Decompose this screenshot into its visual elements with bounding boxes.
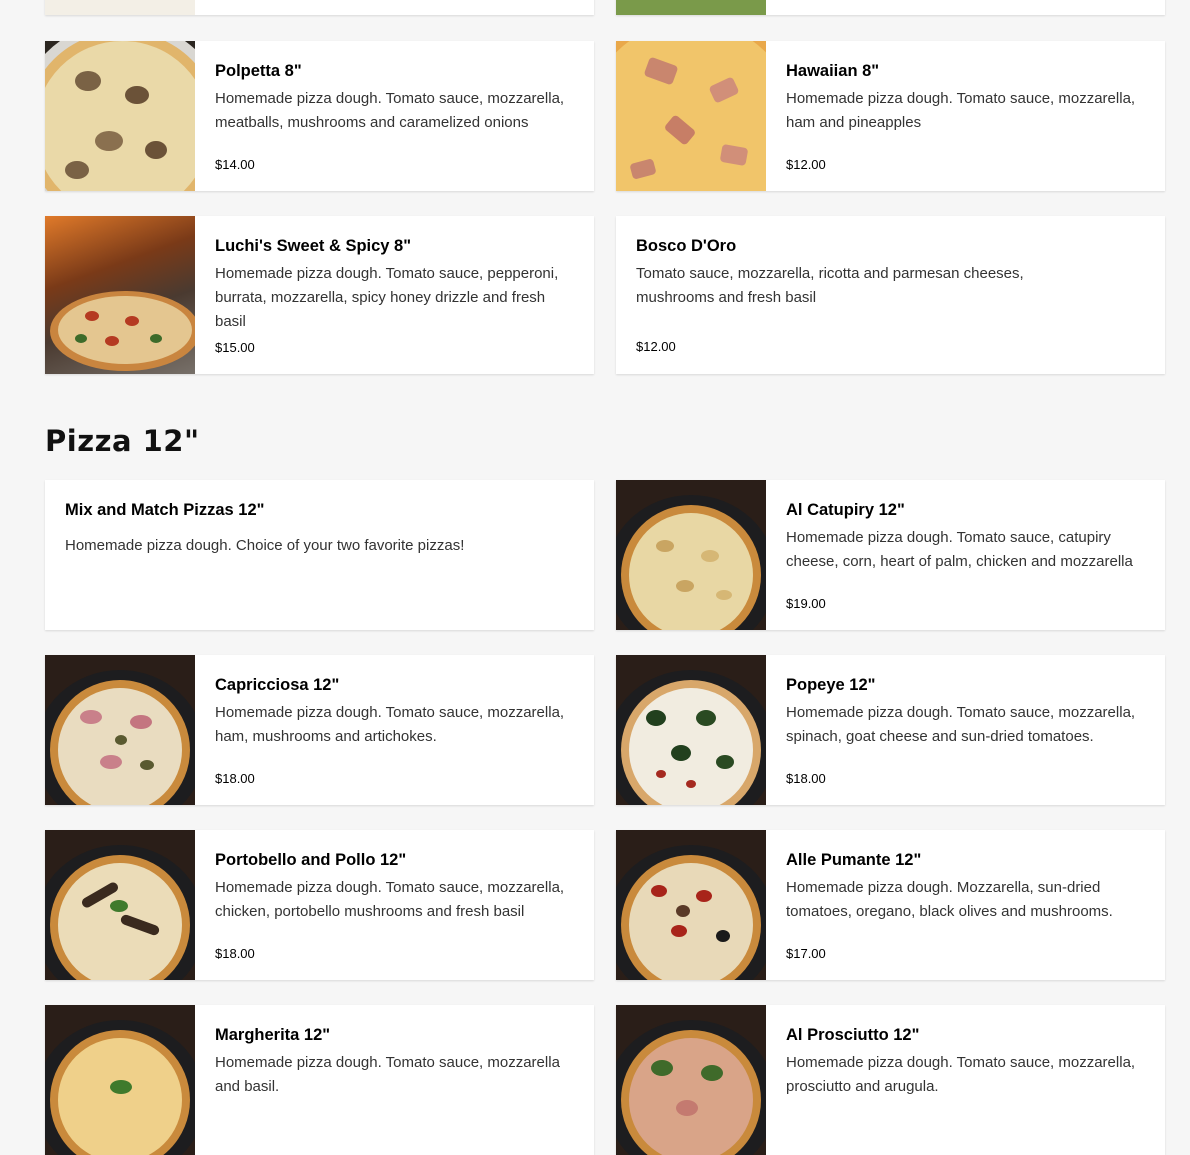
menu-item-card[interactable]: Polpetta 8" Homemade pizza dough. Tomato… — [45, 41, 594, 191]
item-name: Polpetta 8" — [215, 62, 302, 80]
pizza-photo — [616, 480, 766, 630]
menu-item-card[interactable]: Al Prosciutto 12" Homemade pizza dough. … — [616, 1005, 1165, 1155]
menu-item-card[interactable]: Al Catupiry 12" Homemade pizza dough. To… — [616, 480, 1165, 630]
item-price: $12.00 — [786, 157, 826, 172]
menu-item-card[interactable]: Bosco D'Oro Tomato sauce, mozzarella, ri… — [616, 216, 1165, 374]
item-price: $12.00 — [636, 339, 676, 354]
item-price: $18.00 — [786, 771, 826, 786]
pizza-photo — [616, 1005, 766, 1155]
menu-item-card[interactable]: Capricciosa 12" Homemade pizza dough. To… — [45, 655, 594, 805]
pizza-photo — [45, 655, 195, 805]
item-description: Homemade pizza dough. Tomato sauce, catu… — [786, 529, 1133, 570]
item-price: $19.00 — [786, 596, 826, 611]
item-price: $14.00 — [215, 157, 255, 172]
item-description: Tomato sauce, mozzarella, ricotta and pa… — [636, 265, 1024, 306]
pizza-photo — [45, 1005, 195, 1155]
item-name: Capricciosa 12" — [215, 676, 340, 694]
item-description: Homemade pizza dough. Choice of your two… — [65, 537, 465, 554]
menu-item-card[interactable] — [616, 0, 1165, 15]
item-description: Homemade pizza dough. Tomato sauce, mozz… — [215, 704, 565, 745]
item-description: Homemade pizza dough. Tomato sauce, mozz… — [215, 90, 565, 131]
item-description: Homemade pizza dough. Tomato sauce, mozz… — [786, 704, 1136, 745]
menu-item-card[interactable] — [45, 0, 594, 15]
item-name: Portobello and Pollo 12" — [215, 851, 407, 869]
pizza12-grid: Mix and Match Pizzas 12" Homemade pizza … — [45, 480, 1165, 1155]
item-name: Alle Pumante 12" — [786, 851, 922, 869]
section-title: Pizza 12" — [45, 424, 200, 458]
menu-item-card[interactable]: Luchi's Sweet & Spicy 8" Homemade pizza … — [45, 216, 594, 374]
menu-item-card[interactable]: Alle Pumante 12" Homemade pizza dough. M… — [616, 830, 1165, 980]
pizza-photo — [616, 41, 766, 191]
item-price: $18.00 — [215, 771, 255, 786]
menu-item-card[interactable]: Hawaiian 8" Homemade pizza dough. Tomato… — [616, 41, 1165, 191]
pizza-photo — [616, 0, 766, 15]
item-description: Homemade pizza dough. Tomato sauce, mozz… — [786, 90, 1136, 131]
item-price: $18.00 — [215, 946, 255, 961]
item-description: Homemade pizza dough. Tomato sauce, mozz… — [215, 879, 565, 920]
item-price: $15.00 — [215, 340, 255, 355]
menu-item-card[interactable]: Margherita 12" Homemade pizza dough. Tom… — [45, 1005, 594, 1155]
item-description: Homemade pizza dough. Mozzarella, sun-dr… — [786, 879, 1113, 920]
item-name: Mix and Match Pizzas 12" — [65, 501, 265, 519]
item-description: Homemade pizza dough. Tomato sauce, mozz… — [786, 1054, 1136, 1095]
item-name: Luchi's Sweet & Spicy 8" — [215, 237, 412, 255]
top-partial-row — [45, 0, 1165, 15]
pizza-photo — [45, 830, 195, 980]
menu-item-card[interactable]: Mix and Match Pizzas 12" Homemade pizza … — [45, 480, 594, 630]
pizza-photo — [45, 0, 195, 15]
pizza-photo — [45, 41, 195, 191]
pizza-photo — [45, 216, 195, 374]
item-name: Margherita 12" — [215, 1026, 331, 1044]
item-name: Al Catupiry 12" — [786, 501, 905, 519]
pizza8-grid: Polpetta 8" Homemade pizza dough. Tomato… — [45, 41, 1165, 374]
item-name: Al Prosciutto 12" — [786, 1026, 920, 1044]
item-name: Popeye 12" — [786, 676, 876, 694]
pizza-photo — [616, 655, 766, 805]
item-price: $17.00 — [786, 946, 826, 961]
item-name: Bosco D'Oro — [636, 237, 737, 255]
pizza-photo — [616, 830, 766, 980]
item-description: Homemade pizza dough. Tomato sauce, mozz… — [215, 1054, 560, 1095]
item-description: Homemade pizza dough. Tomato sauce, pepp… — [215, 265, 559, 330]
item-name: Hawaiian 8" — [786, 62, 880, 80]
menu-item-card[interactable]: Portobello and Pollo 12" Homemade pizza … — [45, 830, 594, 980]
menu-item-card[interactable]: Popeye 12" Homemade pizza dough. Tomato … — [616, 655, 1165, 805]
